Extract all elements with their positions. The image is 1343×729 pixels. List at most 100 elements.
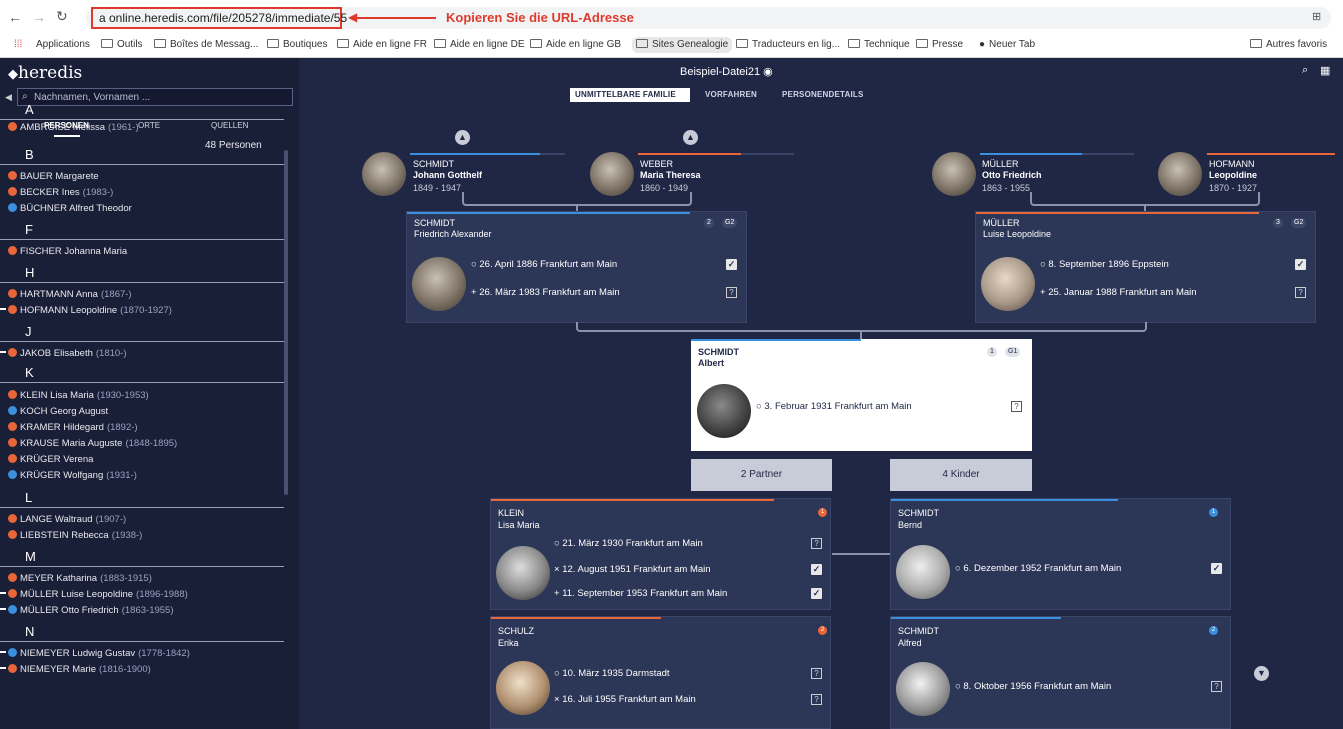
bookmark-presse[interactable]: Presse <box>916 39 963 50</box>
unverified-icon[interactable]: ? <box>811 538 822 549</box>
surname: SCHMIDT <box>698 347 739 357</box>
unverified-icon[interactable]: ? <box>1211 681 1222 692</box>
verified-check-icon[interactable]: ✓ <box>811 588 822 599</box>
unverified-icon[interactable]: ? <box>1295 287 1306 298</box>
tab-orte[interactable]: ORTE <box>138 121 160 130</box>
unverified-icon[interactable]: ? <box>811 668 822 679</box>
avatar <box>932 152 976 196</box>
given-name: Bernd <box>898 520 923 530</box>
person-list-item[interactable]: BÜCHNER Alfred Theodor <box>8 203 135 214</box>
back-icon[interactable]: ← <box>8 9 22 25</box>
expand-up-icon[interactable]: ▲ <box>455 130 470 145</box>
bookmark-aide-fr[interactable]: Aide en ligne FR <box>337 39 427 50</box>
surname: HOFMANN <box>1209 159 1255 169</box>
root-person-card[interactable]: SCHMIDT Albert 1 G1 ○ 3. Februar 1931 Fr… <box>691 339 1032 451</box>
children-button[interactable]: 4 Kinder <box>890 459 1032 491</box>
person-name: KRAMER Hildegard <box>20 422 104 433</box>
person-list-item[interactable]: BECKER Ines (1983-) <box>8 187 113 198</box>
letter-header: N <box>25 624 35 639</box>
male-bar <box>691 339 861 341</box>
person-list-item[interactable]: JAKOB Elisabeth (1810-) <box>0 348 127 359</box>
bookmark-traducteurs[interactable]: Traducteurs en lig... <box>736 39 840 50</box>
bookmark-label: Sites Genealogie <box>652 39 729 50</box>
unverified-icon[interactable]: ? <box>1011 401 1022 412</box>
tab-unmittelbare-familie[interactable]: UNMITTELBARE FAMILIE <box>575 90 676 99</box>
grid-icon[interactable]: ▦ <box>1320 64 1330 77</box>
marriage-icon: × <box>554 564 563 575</box>
search-icon[interactable]: ⌕ <box>1302 64 1308 77</box>
person-list-item[interactable]: HOFMANN Leopoldine (1870-1927) <box>0 305 172 316</box>
person-list-item[interactable]: KRAUSE Maria Auguste (1848-1895) <box>8 438 177 449</box>
person-list-item[interactable]: KRÜGER Verena <box>8 454 96 465</box>
unverified-icon[interactable]: ? <box>726 287 737 298</box>
annotation-arrow <box>356 17 436 19</box>
death-event: + 11. September 1953 Frankfurt am Main <box>554 588 727 599</box>
child-card[interactable]: SCHMIDT Bernd 1 ○ 6. Dezember 1952 Frank… <box>890 498 1231 610</box>
eye-icon[interactable]: ◉ <box>763 66 773 78</box>
search-input[interactable]: ⌕ Nachnamen, Vornamen ... <box>17 88 293 106</box>
verified-check-icon[interactable]: ✓ <box>1295 259 1306 270</box>
person-name: JAKOB Elisabeth <box>20 348 93 359</box>
death-icon: + <box>471 287 480 298</box>
given-name: Erika <box>498 638 519 648</box>
person-list-item[interactable]: NIEMEYER Marie (1816-1900) <box>0 664 151 675</box>
scrollbar[interactable] <box>284 150 288 495</box>
person-list-item[interactable]: FISCHER Johanna Maria <box>8 246 130 257</box>
tab-quellen[interactable]: QUELLEN <box>211 121 248 130</box>
person-list-item[interactable]: HARTMANN Anna (1867-) <box>8 289 132 300</box>
bookmark-technique[interactable]: Technique <box>848 39 910 50</box>
verified-check-icon[interactable]: ✓ <box>811 564 822 575</box>
scroll-down-icon[interactable]: ▼ <box>1254 666 1269 681</box>
person-list-item[interactable]: KLEIN Lisa Maria (1930-1953) <box>8 390 149 401</box>
person-list-item[interactable]: MÜLLER Luise Leopoldine (1896-1988) <box>0 589 188 600</box>
child-number-badge: 1 <box>1209 508 1218 517</box>
bookmark-aide-de[interactable]: Aide en ligne DE <box>434 39 525 50</box>
bookmark-outils[interactable]: Outils <box>101 39 143 50</box>
bookmark-sites-genealogie[interactable]: Sites Genealogie <box>632 37 733 53</box>
tab-personendetails[interactable]: PERSONENDETAILS <box>782 90 864 99</box>
generation-badge: G2 <box>1291 218 1307 228</box>
person-list-item[interactable]: AMBROISE Melissa (1961-) <box>8 122 139 133</box>
event-text: 16. Juli 1955 Frankfurt am Main <box>562 694 696 705</box>
reload-icon[interactable]: ↻ <box>56 8 68 25</box>
person-name: HOFMANN Leopoldine <box>20 305 118 316</box>
url-text[interactable]: a online.heredis.com/file/205278/immedia… <box>91 7 347 29</box>
unverified-icon[interactable]: ? <box>811 694 822 705</box>
verified-check-icon[interactable]: ✓ <box>1211 563 1222 574</box>
verified-check-icon[interactable]: ✓ <box>726 259 737 270</box>
bookmark-boites[interactable]: Boîtes de Messag... <box>154 39 258 50</box>
bar-track <box>741 153 794 155</box>
person-list-item[interactable]: BAUER Margarete <box>8 171 102 182</box>
forward-icon[interactable]: → <box>32 9 46 25</box>
dash-icon <box>0 308 6 310</box>
person-name: KLEIN Lisa Maria <box>20 390 94 401</box>
child-card[interactable]: SCHMIDT Alfred 2 ○ 8. Oktober 1956 Frank… <box>890 616 1231 729</box>
bookmark-label: Outils <box>117 39 143 50</box>
parent-card-father[interactable]: SCHMIDT Friedrich Alexander 2 G2 ○ 26. A… <box>406 211 747 323</box>
female-dot-icon <box>8 122 17 131</box>
person-list-item[interactable]: KRÜGER Wolfgang (1931-) <box>8 470 137 481</box>
bookmark-applications[interactable]: Applications <box>36 39 90 50</box>
bookmark-neuer-tab[interactable]: ● Neuer Tab <box>979 39 1035 50</box>
apps-icon[interactable]: ⁞⁞⁞ <box>14 39 22 50</box>
tab-vorfahren[interactable]: VORFAHREN <box>705 90 757 99</box>
person-list-item[interactable]: MÜLLER Otto Friedrich (1863-1955) <box>0 605 174 616</box>
person-list-item[interactable]: LIEBSTEIN Rebecca (1938-) <box>8 530 142 541</box>
person-list-item[interactable]: LANGE Waltraud (1907-) <box>8 514 126 525</box>
partners-button[interactable]: 2 Partner <box>691 459 832 491</box>
person-list-item[interactable]: MEYER Katharina (1883-1915) <box>8 573 152 584</box>
partner-card[interactable]: KLEIN Lisa Maria 1 ○ 21. März 1930 Frank… <box>490 498 831 610</box>
person-list-item[interactable]: KRAMER Hildegard (1892-) <box>8 422 138 433</box>
extension-icon[interactable]: ⊞ <box>1312 10 1321 23</box>
parent-card-mother[interactable]: MÜLLER Luise Leopoldine 3 G2 ○ 8. Septem… <box>975 211 1316 323</box>
partner-card[interactable]: SCHULZ Erika 2 ○ 10. März 1935 Darmstadt… <box>490 616 831 729</box>
bookmark-autres-favoris[interactable]: Autres favoris <box>1250 39 1327 50</box>
expand-up-icon[interactable]: ▲ <box>683 130 698 145</box>
active-tab-indicator <box>54 135 80 137</box>
person-list-item[interactable]: KOCH Georg August <box>8 406 111 417</box>
marriage-icon: × <box>554 694 563 705</box>
bookmark-aide-gb[interactable]: Aide en ligne GB <box>530 39 621 50</box>
person-list-item[interactable]: NIEMEYER Ludwig Gustav (1778-1842) <box>0 648 190 659</box>
bookmark-boutiques[interactable]: Boutiques <box>267 39 327 50</box>
collapse-sidebar-icon[interactable]: ◀ <box>5 92 12 103</box>
